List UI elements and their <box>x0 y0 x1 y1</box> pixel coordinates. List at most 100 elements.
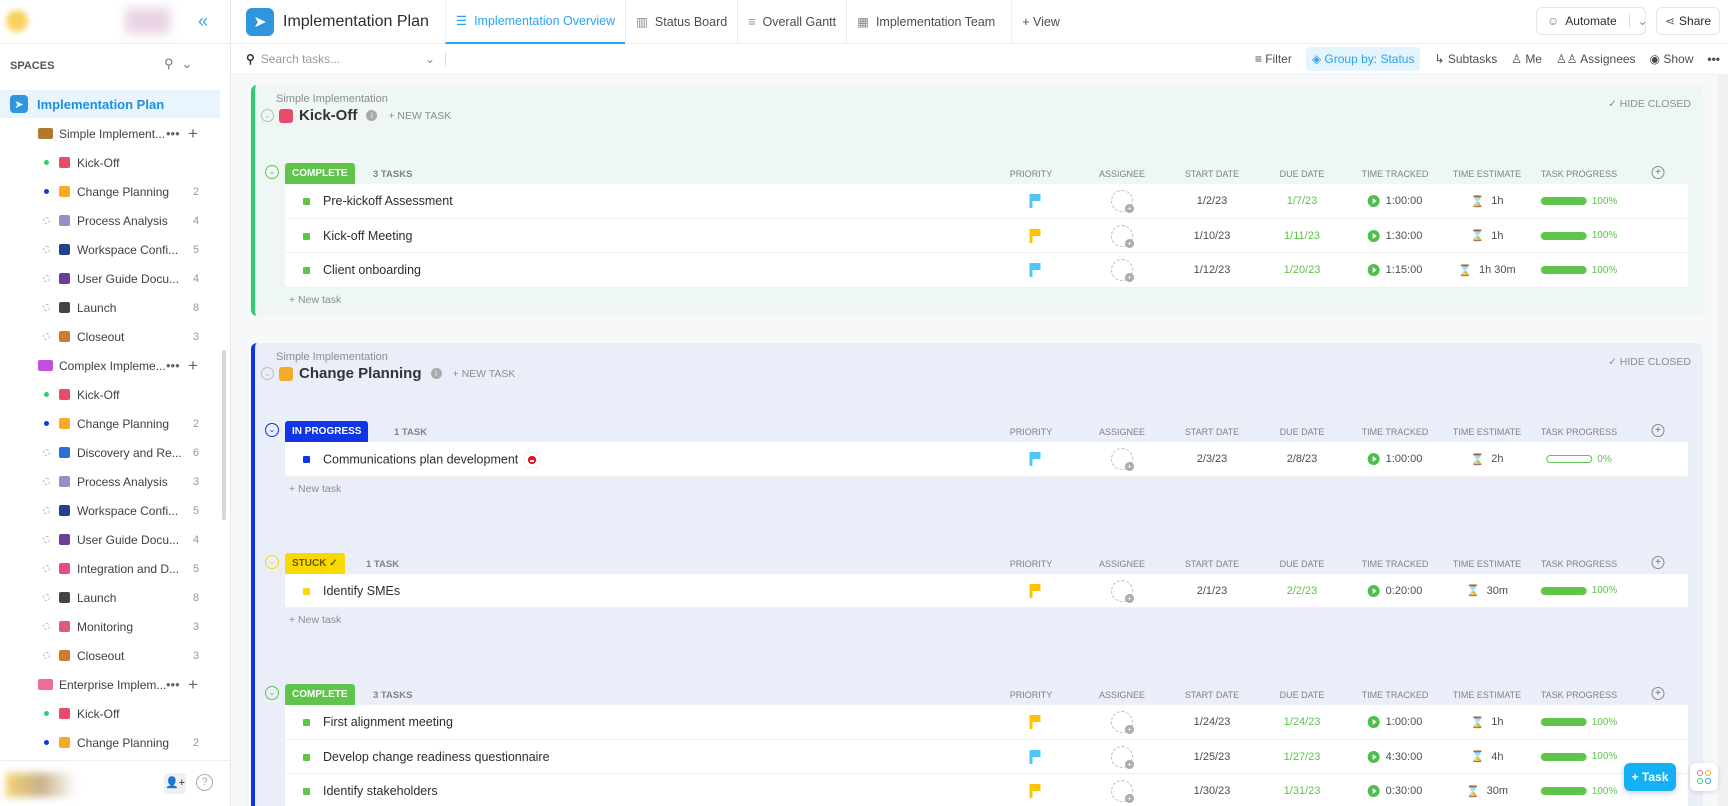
new-task-fab[interactable]: + Task <box>1624 763 1676 791</box>
time-tracked[interactable]: 0:20:00 <box>1367 574 1422 608</box>
due-date[interactable]: 2/2/23 <box>1287 574 1318 608</box>
status-badge[interactable]: COMPLETE <box>285 163 355 185</box>
sidebar-item[interactable]: Launch 8 <box>0 293 220 322</box>
add-icon[interactable]: + <box>188 356 198 376</box>
priority-cell[interactable] <box>1029 774 1041 806</box>
time-estimate[interactable]: ⌛ 1h <box>1471 705 1504 739</box>
column-header[interactable]: TIME TRACKED <box>1362 559 1429 569</box>
due-date[interactable]: 1/24/23 <box>1284 705 1321 739</box>
start-date[interactable]: 1/30/23 <box>1194 774 1231 806</box>
new-task-button[interactable]: + NEW TASK <box>388 110 451 122</box>
time-estimate[interactable]: ⌛ 4h <box>1471 740 1504 774</box>
flag-icon[interactable] <box>1029 715 1041 729</box>
tab-status-board[interactable]: ▥ Status Board <box>625 0 737 44</box>
help-icon[interactable]: ? <box>196 774 213 791</box>
status-square[interactable] <box>303 267 310 274</box>
table-row[interactable]: Client onboarding 1/12/23 1/20/23 1:15:00 ⌛ 1… <box>285 253 1688 288</box>
automate-button[interactable]: ☺ Automate ⌄ <box>1536 7 1648 35</box>
add-column-icon[interactable]: + <box>1651 687 1665 700</box>
add-assignee-icon[interactable] <box>1111 745 1134 769</box>
priority-cell[interactable] <box>1029 705 1041 739</box>
hide-closed-button[interactable]: ✓ HIDE CLOSED <box>1608 356 1691 368</box>
search-spaces-icon[interactable]: ⚲ <box>164 56 182 71</box>
me-button[interactable]: ♙ Me <box>1511 52 1542 66</box>
column-header[interactable]: DUE DATE <box>1280 559 1325 569</box>
show-button[interactable]: ◉ Show <box>1650 52 1694 66</box>
start-date[interactable]: 1/2/23 <box>1197 184 1228 218</box>
chevron-down-icon[interactable]: ⌄ <box>182 56 201 71</box>
task-name[interactable]: First alignment meeting <box>323 715 453 729</box>
task-name[interactable]: Communications plan development <box>323 452 541 468</box>
new-task-button[interactable]: + New task <box>289 483 1678 503</box>
hide-closed-button[interactable]: ✓ HIDE CLOSED <box>1608 98 1691 110</box>
play-icon[interactable] <box>1367 750 1380 763</box>
column-header[interactable]: PRIORITY <box>1010 559 1053 569</box>
share-button[interactable]: ⋖ Share <box>1656 7 1720 35</box>
play-icon[interactable] <box>1367 716 1380 728</box>
sidebar-item[interactable]: Integration and D... 5 <box>0 554 220 583</box>
status-square[interactable] <box>303 587 310 595</box>
sidebar-folder[interactable]: Simple Implement... ••• + <box>0 119 220 148</box>
column-header[interactable]: TIME ESTIMATE <box>1453 427 1521 437</box>
sidebar-item[interactable]: Change Planning 2 <box>0 177 220 206</box>
sidebar-scrollbar[interactable] <box>222 350 226 520</box>
play-icon[interactable] <box>1367 453 1380 465</box>
column-header[interactable]: TASK PROGRESS <box>1541 169 1617 179</box>
column-header[interactable]: PRIORITY <box>1010 169 1053 179</box>
workspace-avatar[interactable] <box>6 10 28 32</box>
sidebar-item[interactable]: Monitoring 3 <box>0 612 220 641</box>
due-date[interactable]: 1/11/23 <box>1284 219 1320 253</box>
time-tracked[interactable]: 1:00:00 <box>1367 442 1422 476</box>
search-input[interactable]: ⚲ Search tasks... ⌄ <box>246 52 446 66</box>
flag-icon[interactable] <box>1029 263 1041 277</box>
chevron-down-icon[interactable]: ⌄ <box>425 52 446 66</box>
sidebar-item[interactable]: Process Analysis 3 <box>0 467 220 496</box>
collapse-group-icon[interactable]: ⌄ <box>265 554 279 569</box>
table-row[interactable]: Identify stakeholders 1/30/23 1/31/23 0:30:… <box>285 774 1688 806</box>
sidebar-item[interactable]: Closeout 3 <box>0 322 220 351</box>
sidebar-item[interactable]: Discovery and Re... 6 <box>0 438 220 467</box>
play-icon[interactable] <box>1367 229 1380 242</box>
time-estimate[interactable]: ⌛ 1h <box>1471 184 1504 218</box>
status-badge[interactable]: COMPLETE <box>285 684 355 706</box>
group-by-button[interactable]: ◈ Group by: Status <box>1305 47 1421 71</box>
user-profile[interactable] <box>6 773 76 797</box>
column-header[interactable]: TIME TRACKED <box>1362 169 1429 179</box>
table-row[interactable]: Develop change readiness questionnaire 1/… <box>285 739 1688 774</box>
start-date[interactable]: 1/10/23 <box>1194 219 1231 253</box>
time-tracked[interactable]: 1:00:00 <box>1367 705 1422 739</box>
apps-icon[interactable] <box>1690 763 1718 791</box>
column-header[interactable]: PRIORITY <box>1010 690 1053 700</box>
more-icon[interactable]: ••• <box>1707 52 1720 66</box>
assignee-cell[interactable] <box>1111 219 1134 253</box>
time-tracked[interactable]: 1:00:00 <box>1367 184 1422 218</box>
sidebar-item[interactable]: Workspace Confi... 5 <box>0 496 220 525</box>
time-estimate[interactable]: ⌛ 1h <box>1471 219 1504 253</box>
due-date[interactable]: 1/7/23 <box>1287 184 1318 218</box>
new-task-button[interactable]: + New task <box>289 294 1678 314</box>
tab-overall-gantt[interactable]: ≡ Overall Gantt <box>737 0 846 44</box>
more-icon[interactable]: ••• <box>166 358 180 373</box>
tab-implementation-team[interactable]: ▦ Implementation Team <box>846 0 1005 44</box>
status-square[interactable] <box>303 753 310 761</box>
table-row[interactable]: Identify SMEs 2/1/23 2/2/23 0:20:00 ⌛ 30m 100% <box>285 573 1688 608</box>
time-estimate[interactable]: ⌛ 1h 30m <box>1458 253 1515 287</box>
task-name[interactable]: Pre-kickoff Assessment <box>323 194 453 208</box>
assignee-cell[interactable] <box>1111 574 1134 608</box>
column-header[interactable]: DUE DATE <box>1280 169 1325 179</box>
status-square[interactable] <box>303 232 310 240</box>
sidebar-item[interactable]: User Guide Docu... 4 <box>0 525 220 554</box>
column-header[interactable]: TIME ESTIMATE <box>1453 559 1521 569</box>
priority-cell[interactable] <box>1029 219 1041 253</box>
status-square[interactable] <box>303 456 310 463</box>
column-header[interactable]: ASSIGNEE <box>1099 690 1145 700</box>
add-assignee-icon[interactable] <box>1111 190 1134 213</box>
column-header[interactable]: TIME ESTIMATE <box>1453 169 1521 179</box>
flag-icon[interactable] <box>1029 194 1041 208</box>
sidebar-item[interactable]: Launch 8 <box>0 583 220 612</box>
flag-icon[interactable] <box>1029 784 1041 798</box>
assignee-cell[interactable] <box>1111 442 1134 476</box>
add-column-icon[interactable]: + <box>1651 424 1665 437</box>
add-assignee-icon[interactable] <box>1111 579 1134 603</box>
info-icon[interactable]: i <box>430 368 442 379</box>
